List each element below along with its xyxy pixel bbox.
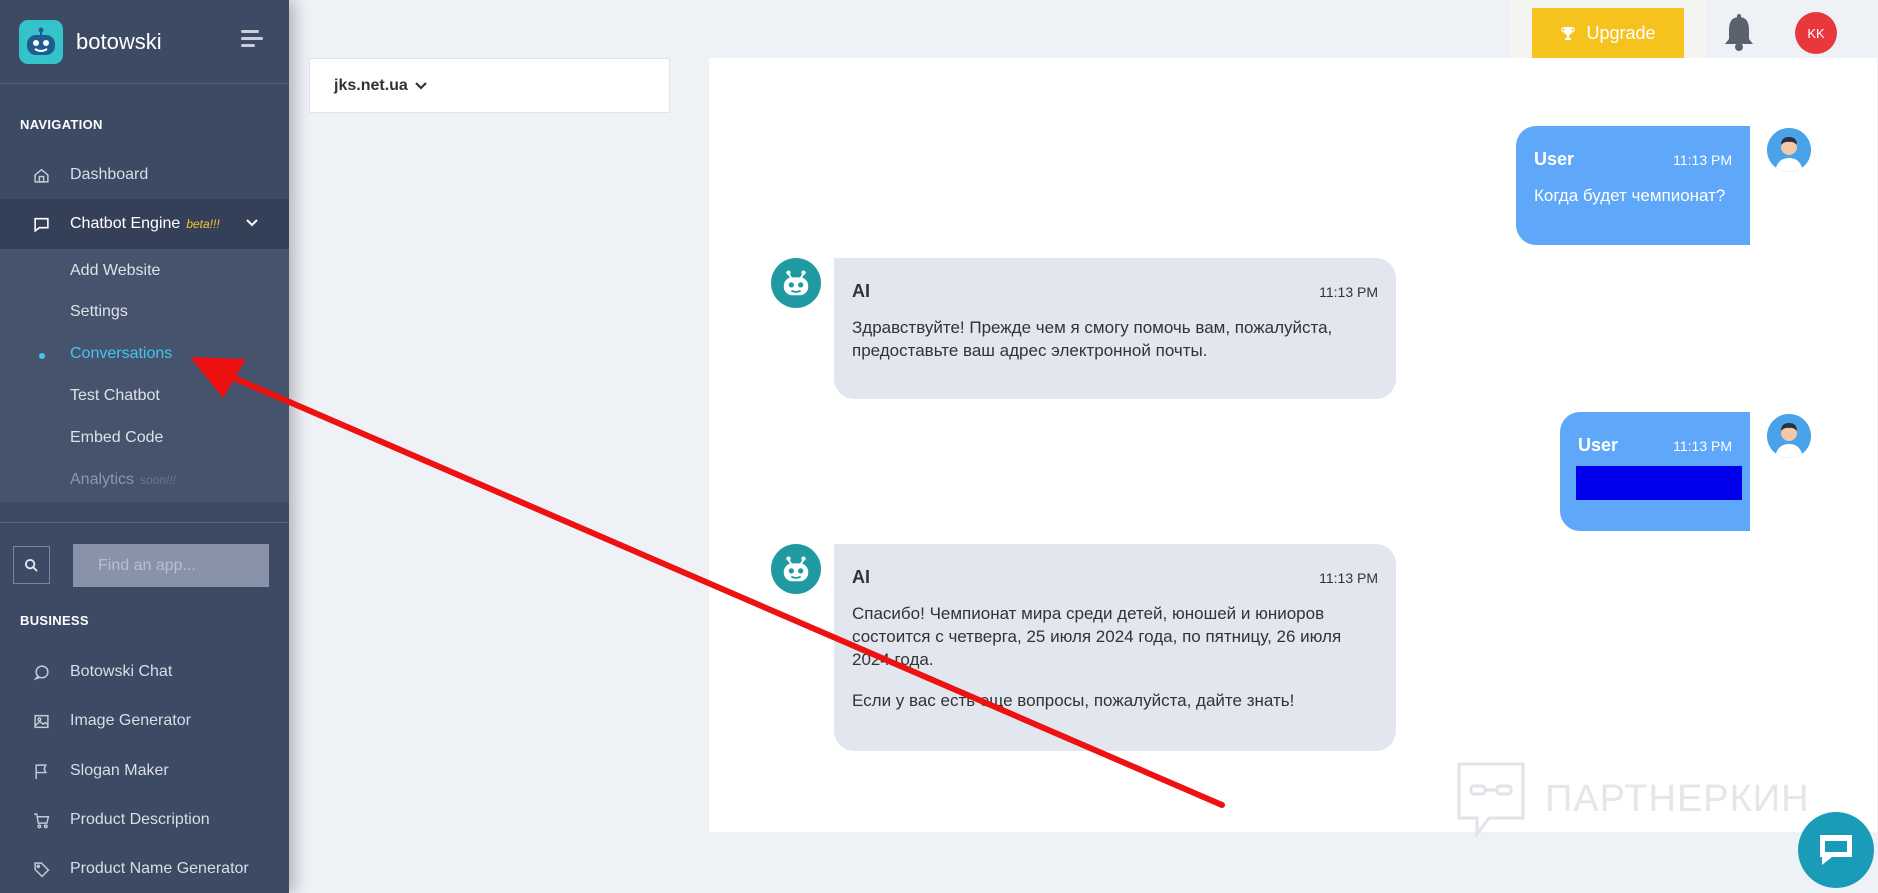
nav-item-slogan-maker[interactable]: Slogan Maker [0, 749, 289, 793]
beta-badge: beta!!! [186, 217, 220, 231]
ai-avatar-icon [771, 258, 821, 308]
chat-widget-button[interactable] [1798, 812, 1874, 888]
upgrade-button[interactable]: Upgrade [1532, 8, 1684, 58]
nav-item-label: Botowski Chat [70, 663, 173, 680]
message-time: 11:13 PM [1319, 569, 1378, 586]
website-dropdown-value: jks.net.ua [334, 76, 408, 94]
message-author: User [1534, 149, 1575, 169]
chevron-down-icon[interactable] [245, 215, 259, 233]
message-time: 11:13 PM [1319, 283, 1378, 300]
menu-toggle-icon[interactable] [241, 30, 263, 51]
nav-item-label: Product Description [70, 811, 210, 828]
cart-icon [0, 812, 70, 829]
message-time: 11:13 PM [1673, 437, 1732, 454]
message-author: AI [852, 567, 870, 587]
submenu-analytics: Analytics soon!!! [70, 471, 176, 489]
upgrade-label: Upgrade [1586, 22, 1656, 43]
nav-item-label: Product Name Generator [70, 860, 249, 877]
message-time: 11:13 PM [1673, 151, 1732, 168]
nav-item-dashboard[interactable]: Dashboard [0, 153, 289, 197]
nav-item-label: Chatbot Engine [70, 215, 181, 232]
nav-item-chatbot-engine[interactable]: Chatbot Engine beta!!! [0, 199, 289, 249]
message-text: Когда будет чемпионат? [1534, 186, 1726, 205]
watermark-text: ПАРТНЕРКИН [1545, 777, 1810, 820]
message-square-icon [0, 216, 70, 233]
ai-avatar-icon [771, 544, 821, 594]
message-ai: AI 11:13 PM Спасибо! Чемпионат мира сред… [834, 544, 1396, 751]
submenu-settings[interactable]: Settings [70, 303, 128, 321]
nav-item-label: Dashboard [70, 166, 149, 183]
sidebar-divider [0, 522, 289, 523]
find-app-input[interactable] [73, 544, 269, 587]
user-avatar[interactable]: KK [1795, 12, 1837, 54]
submenu-embed-code[interactable]: Embed Code [70, 429, 163, 447]
chat-bubble-icon [0, 664, 70, 681]
website-dropdown[interactable]: jks.net.ua [309, 58, 670, 113]
nav-item-image-generator[interactable]: Image Generator [0, 699, 289, 743]
message-author: User [1578, 435, 1619, 455]
trophy-icon [1561, 27, 1576, 40]
watermark-logo-icon [1457, 762, 1525, 838]
business-section-label: BUSINESS [20, 613, 89, 628]
chat-icon [1820, 835, 1852, 865]
user-avatar-icon [1767, 128, 1811, 172]
message-text: Спасибо! Чемпионат мира среди детей, юно… [852, 602, 1378, 712]
nav-item-label: Slogan Maker [70, 762, 169, 779]
message-paragraph: Спасибо! Чемпионат мира среди детей, юно… [852, 604, 1342, 669]
watermark: ПАРТНЕРКИН [1455, 760, 1810, 838]
message-text: Здравствуйте! Прежде чем я смогу помочь … [852, 318, 1333, 360]
message-author: AI [852, 281, 870, 301]
flag-icon [0, 763, 70, 780]
user-avatar-icon [1767, 414, 1811, 458]
brand-name: botowski [76, 28, 162, 54]
submenu-analytics-label: Analytics [70, 471, 135, 488]
message-user: User 11:13 PM Когда будет чемпионат? [1516, 126, 1750, 245]
submenu-conversations[interactable]: Conversations [70, 345, 172, 363]
message-user: User 11:13 PM [1560, 412, 1750, 531]
redacted-block [1576, 466, 1742, 500]
submenu-test-chatbot[interactable]: Test Chatbot [70, 387, 160, 405]
search-button[interactable] [13, 546, 50, 584]
nav-item-product-name-generator[interactable]: Product Name Generator [0, 847, 289, 891]
nav-item-botowski-chat[interactable]: Botowski Chat [0, 650, 289, 694]
chatbot-submenu: Add Website Settings Conversations Test … [0, 249, 289, 502]
nav-item-product-description[interactable]: Product Description [0, 798, 289, 842]
nav-item-label: Image Generator [70, 712, 191, 729]
home-icon [0, 167, 70, 184]
navigation-section-label: NAVIGATION [20, 117, 103, 132]
soon-badge: soon!!! [140, 473, 177, 487]
bell-icon[interactable] [1722, 14, 1756, 57]
submenu-add-website[interactable]: Add Website [70, 262, 160, 280]
robot-logo-icon [19, 19, 63, 64]
image-icon [0, 713, 70, 730]
chevron-down-icon [415, 81, 427, 90]
tag-icon [0, 861, 70, 878]
conversation-panel: User 11:13 PM Когда будет чемпионат? AI … [709, 58, 1877, 832]
active-dot-icon [39, 353, 45, 359]
message-paragraph: Если у вас есть еще вопросы, пожалуйста,… [852, 691, 1295, 710]
search-icon [24, 558, 38, 572]
sidebar: botowski NAVIGATION Dashboard Chatbot En… [0, 0, 289, 893]
message-ai: AI 11:13 PM Здравствуйте! Прежде чем я с… [834, 258, 1396, 399]
